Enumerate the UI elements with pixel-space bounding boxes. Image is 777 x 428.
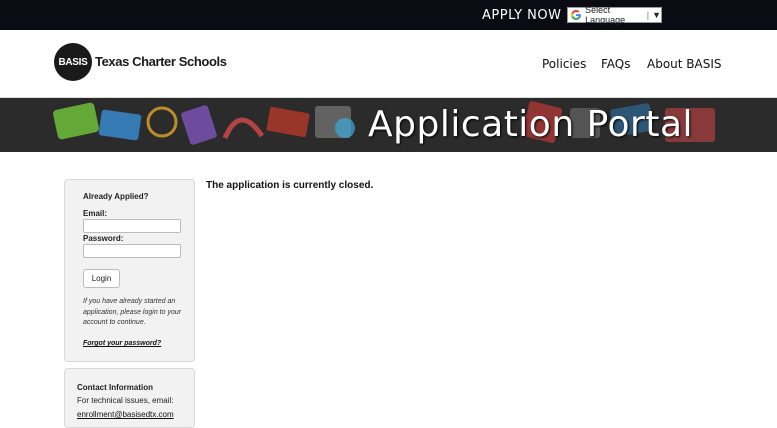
contact-panel: Contact Information For technical issues… — [64, 368, 195, 428]
banner-title: Application Portal — [368, 104, 694, 145]
email-field[interactable] — [83, 219, 181, 233]
login-panel: Already Applied? Email: Password: Login … — [64, 179, 195, 362]
forgot-password-link[interactable]: Forgot your password? — [83, 340, 161, 347]
contact-title: Contact Information — [77, 383, 153, 392]
chevron-down-icon: ▼ — [652, 10, 661, 20]
logo-text[interactable]: Texas Charter Schools — [95, 54, 227, 69]
site-header: BASIS Texas Charter Schools Policies FAQ… — [0, 30, 777, 98]
contact-email-link[interactable]: enrollment@basisedtx.com — [77, 410, 174, 419]
language-label: Select Language — [585, 5, 626, 25]
login-note: If you have already started an applicati… — [83, 298, 182, 326]
language-select[interactable]: Select Language | ▼ — [567, 5, 662, 25]
basis-logo[interactable]: BASIS — [54, 43, 92, 81]
login-title: Already Applied? — [83, 192, 149, 201]
google-icon — [570, 9, 581, 21]
password-label: Password: — [83, 234, 124, 243]
top-bar: APPLY NOW Select Language | ▼ — [0, 0, 777, 30]
page-banner: Application Portal — [0, 98, 777, 152]
password-field[interactable] — [83, 244, 181, 258]
language-separator: | — [646, 10, 650, 20]
contact-text: For technical issues, email: — [77, 396, 174, 405]
nav-faqs[interactable]: FAQs — [601, 57, 631, 71]
status-message: The application is currently closed. — [206, 180, 374, 191]
nav-about-basis[interactable]: About BASIS — [647, 57, 722, 71]
login-button[interactable]: Login — [83, 269, 120, 288]
nav-policies[interactable]: Policies — [542, 57, 586, 71]
email-label: Email: — [83, 209, 108, 218]
apply-now-link[interactable]: APPLY NOW — [482, 8, 561, 23]
